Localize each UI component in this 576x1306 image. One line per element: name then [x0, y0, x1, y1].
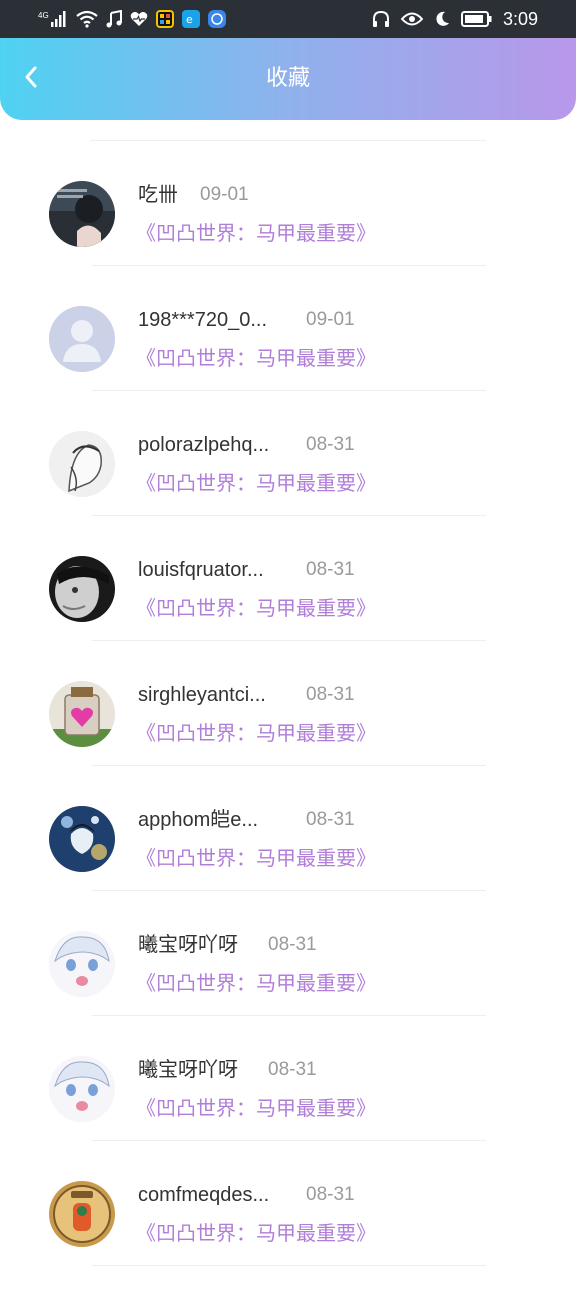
user-name: 曦宝呀吖呀	[138, 1059, 238, 1081]
book-title-link[interactable]: 《凹凸世界：马甲最重要》	[136, 469, 376, 497]
book-title-link[interactable]: 《凹凸世界：马甲最重要》	[136, 1094, 376, 1122]
avatar[interactable]	[49, 431, 115, 497]
divider	[92, 1265, 486, 1266]
favorite-date: 09-01	[306, 309, 355, 330]
avatar[interactable]	[49, 806, 115, 872]
divider	[92, 640, 486, 641]
signal-icon: 4G	[38, 9, 68, 29]
list-item[interactable]: 曦宝呀吖呀 08-31 《凹凸世界：马甲最重要》	[0, 1056, 576, 1181]
status-right: 3:09	[371, 6, 538, 32]
list-item[interactable]: polorazlpehq... 08-31 《凹凸世界：马甲最重要》	[0, 431, 576, 556]
status-left: 4G e	[38, 6, 226, 32]
page-title: 收藏	[265, 66, 310, 91]
divider	[92, 765, 486, 766]
book-title-link[interactable]: 《凹凸世界：马甲最重要》	[136, 969, 376, 997]
wifi-icon	[76, 10, 98, 28]
avatar[interactable]	[49, 1181, 115, 1247]
health-heart-icon	[130, 11, 148, 27]
user-name: 198***720_0...	[138, 309, 268, 331]
favorite-date: 08-31	[306, 559, 355, 580]
user-name: louisfqruator...	[138, 559, 264, 581]
book-title-link[interactable]: 《凹凸世界：马甲最重要》	[136, 844, 376, 872]
moon-icon	[433, 10, 451, 28]
svg-text:e: e	[186, 13, 193, 26]
book-title-link[interactable]: 《凹凸世界：马甲最重要》	[136, 719, 376, 747]
favorite-date: 08-31	[306, 809, 355, 830]
list-item[interactable]: 吃卌 09-01 《凹凸世界：马甲最重要》	[0, 181, 576, 306]
divider	[90, 140, 486, 141]
favorite-date: 08-31	[306, 684, 355, 705]
favorite-date: 09-01	[200, 184, 249, 205]
clock-time: 3:09	[502, 8, 538, 29]
header-bar: 收藏	[0, 38, 576, 120]
divider	[92, 1140, 486, 1141]
user-name: 吃卌	[138, 184, 178, 206]
divider	[92, 515, 486, 516]
book-title-link[interactable]: 《凹凸世界：马甲最重要》	[136, 594, 376, 622]
music-icon	[106, 10, 122, 28]
list-item[interactable]: 曦宝呀吖呀 08-31 《凹凸世界：马甲最重要》	[0, 931, 576, 1056]
favorite-date: 08-31	[306, 434, 355, 455]
list-item[interactable]: apphom皑e... 08-31 《凹凸世界：马甲最重要》	[0, 806, 576, 931]
user-name: apphom皑e...	[138, 809, 259, 831]
app-notification-icon-2: e	[182, 10, 200, 28]
book-title-link[interactable]: 《凹凸世界：马甲最重要》	[136, 1219, 376, 1247]
app-notification-icon-1	[156, 10, 174, 28]
default-avatar[interactable]	[49, 306, 115, 372]
battery-icon	[460, 11, 493, 27]
list-item[interactable]: louisfqruator... 08-31 《凹凸世界：马甲最重要》	[0, 556, 576, 681]
avatar[interactable]	[49, 681, 115, 747]
avatar[interactable]	[49, 931, 115, 997]
favorite-date: 08-31	[268, 1059, 317, 1080]
list-item[interactable]: 198***720_0... 09-01 《凹凸世界：马甲最重要》	[0, 306, 576, 431]
divider	[92, 1015, 486, 1016]
avatar[interactable]	[49, 556, 115, 622]
headphones-icon	[371, 10, 391, 28]
favorite-date: 08-31	[268, 934, 317, 955]
book-title-link[interactable]: 《凹凸世界：马甲最重要》	[136, 219, 376, 247]
list-item[interactable]: sirghleyantci... 08-31 《凹凸世界：马甲最重要》	[0, 681, 576, 806]
svg-text:4G: 4G	[38, 11, 49, 20]
app-notification-icon-3	[208, 10, 226, 28]
book-title-link[interactable]: 《凹凸世界：马甲最重要》	[136, 344, 376, 372]
user-name: comfmeqdes...	[138, 1184, 270, 1206]
user-name: polorazlpehq...	[138, 434, 270, 456]
user-name: sirghleyantci...	[138, 684, 266, 706]
favorite-date: 08-31	[306, 1184, 355, 1205]
eye-icon	[400, 11, 423, 27]
divider	[92, 390, 486, 391]
avatar[interactable]	[49, 1056, 115, 1122]
user-name: 曦宝呀吖呀	[138, 934, 238, 956]
divider	[92, 265, 486, 266]
list-item[interactable]: comfmeqdes... 08-31 《凹凸世界：马甲最重要》	[0, 1181, 576, 1306]
divider	[92, 890, 486, 891]
avatar[interactable]	[49, 181, 115, 247]
status-bar: 4G e 3:09	[0, 0, 576, 38]
